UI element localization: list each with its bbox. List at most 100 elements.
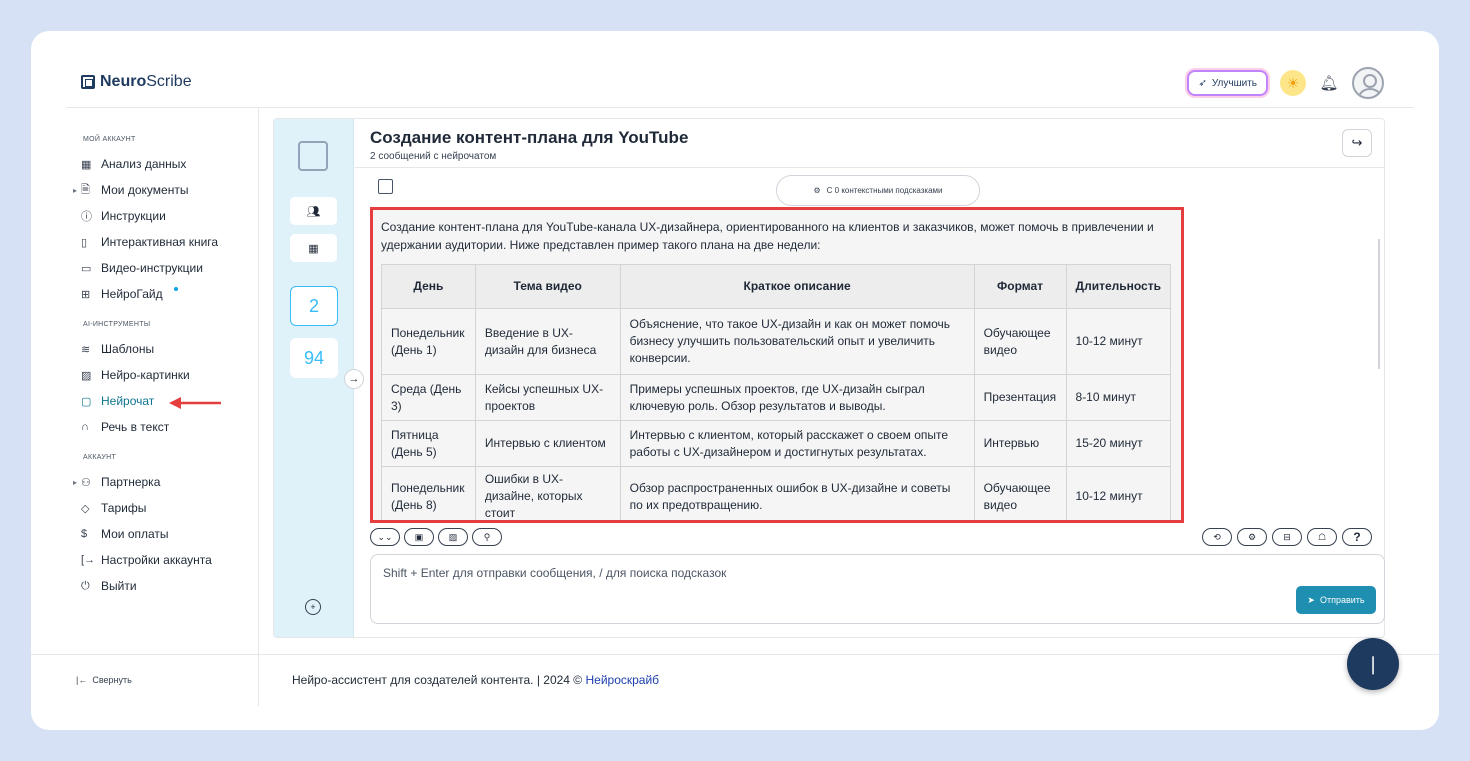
- sidebar-item-my-documents[interactable]: ▸ 🗎 Мои документы: [73, 177, 261, 203]
- image-icon: ▨: [81, 369, 92, 382]
- power-icon: ⏻: [81, 579, 90, 592]
- sidebar-item-data-analysis[interactable]: ▦ Анализ данных: [81, 151, 261, 177]
- table-cell: Понедельник (День 8): [381, 466, 476, 520]
- headphones-icon: ∩: [81, 421, 89, 433]
- sidebar-item-neuroguide[interactable]: ⊞ НейроГайд: [81, 281, 261, 307]
- sidebar-item-video-instructions[interactable]: ▭ Видео-инструкции: [81, 255, 261, 281]
- sidebar: МОЙ АККАУНТ ▦ Анализ данных ▸ 🗎 Мои докумен…: [73, 136, 261, 599]
- grid-icon[interactable]: ▦: [290, 234, 337, 262]
- chat-subtitle: 2 сообщений с нейрочатом: [370, 151, 497, 162]
- table-cell: 8-10 минут: [1065, 374, 1172, 421]
- upgrade-label: Улучшить: [1211, 77, 1257, 89]
- theme-toggle-sun-icon[interactable]: ☀: [1280, 70, 1306, 96]
- sidebar-item-templates[interactable]: ≋ Шаблоны: [81, 336, 261, 362]
- header-divider: [66, 107, 1414, 108]
- red-arrow-annotation: [169, 397, 221, 409]
- brand-name-rest: Scribe: [146, 73, 192, 90]
- send-icon: ➤: [1307, 594, 1315, 605]
- brand-name-bold: Neuro: [100, 73, 147, 90]
- sidebar-item-partners[interactable]: ▸ ⚇ Партнерка: [73, 469, 261, 495]
- sidebar-item-speech-to-text[interactable]: ∩ Речь в текст: [81, 414, 261, 440]
- settings-icon[interactable]: ⚙: [1237, 528, 1267, 546]
- table-cell: Презентация: [973, 374, 1067, 421]
- hints-icon: ⚙: [813, 186, 821, 195]
- section-title-ai-tools: AI-ИНСТРУМЕНТЫ: [83, 321, 151, 328]
- layout-icon: ⊞: [81, 288, 91, 301]
- table-row: Понедельник (День 1) Введение в UX-дизай…: [381, 308, 1172, 375]
- logo-icon: [81, 75, 95, 89]
- expand-arrow-icon[interactable]: →: [344, 369, 364, 389]
- document-icon: 🗎: [81, 183, 90, 196]
- footer-divider: [31, 654, 1439, 655]
- magic-wand-icon[interactable]: ⚲: [472, 528, 502, 546]
- support-chat-button[interactable]: ❘: [1347, 638, 1399, 690]
- header-actions: ➶ Улучшить ☀ 🔔︎: [1187, 67, 1384, 99]
- chevrons-down-icon[interactable]: ⌄⌄: [370, 528, 400, 546]
- caret-right-icon[interactable]: ▸: [73, 478, 81, 487]
- message-input[interactable]: Shift + Enter для отправки сообщения, / …: [370, 554, 1385, 624]
- upgrade-button[interactable]: ➶ Улучшить: [1187, 70, 1268, 96]
- section-title-account-settings: АККАУНТ: [83, 454, 117, 461]
- table-cell: Обучающее видео: [973, 466, 1067, 520]
- table-cell: 10-12 минут: [1065, 466, 1172, 520]
- assistant-message: Создание контент-плана для YouTube-канал…: [370, 207, 1184, 523]
- sidebar-item-tariffs[interactable]: ◇ Тарифы: [81, 495, 261, 521]
- chat-icon: ▢: [81, 395, 92, 408]
- sidebar-item-neurochat[interactable]: ▢ Нейрочат: [81, 388, 261, 414]
- chat-history-strip: 👥︎ ▦ 2 94 +: [274, 119, 354, 637]
- send-button[interactable]: ➤ Отправить: [1296, 586, 1376, 614]
- grid-icon: ▦: [81, 158, 92, 171]
- content-plan-table: День Тема видео Краткое описание Формат …: [381, 264, 1172, 520]
- sidebar-item-neuro-images[interactable]: ▨ Нейро-картинки: [81, 362, 261, 388]
- sidebar-item-account-settings[interactable]: [→ Настройки аккаунта: [81, 547, 261, 573]
- context-hints-button[interactable]: ⚙ С 0 контекстными подсказками: [776, 175, 980, 206]
- avatar[interactable]: [1352, 67, 1384, 99]
- table-header: Длительность: [1065, 264, 1172, 309]
- book-icon: ▯: [81, 236, 88, 249]
- layers-icon: ≋: [81, 343, 91, 356]
- users-icon: ⚇: [81, 476, 91, 489]
- assistant-logo-icon: [378, 179, 393, 194]
- chat-scrollbar[interactable]: [1378, 239, 1380, 369]
- sidebar-item-instructions[interactable]: ⓘ Инструкции: [81, 203, 261, 229]
- table-header: Тема видео: [474, 264, 621, 309]
- sidebar-item-logout[interactable]: ⏻ Выйти: [81, 573, 261, 599]
- puzzle-icon[interactable]: ⟲: [1202, 528, 1232, 546]
- chat-count[interactable]: 94: [290, 338, 338, 378]
- bell-icon[interactable]: 🔔︎: [1318, 74, 1340, 92]
- table-cell: Среда (День 3): [381, 374, 476, 421]
- collapse-icon: |←: [76, 675, 88, 685]
- message-input-placeholder: Shift + Enter для отправки сообщения, / …: [383, 566, 727, 580]
- app-window: Neuro Scribe ➶ Улучшить ☀ 🔔︎ МОЙ АККАУНТ …: [31, 31, 1439, 730]
- input-toolbar-right: ⟲ ⚙ ⊟ ☖ ?: [1202, 528, 1372, 546]
- collapse-sidebar-button[interactable]: |← Свернуть: [76, 675, 132, 685]
- chat-count-selected[interactable]: 2: [290, 286, 338, 326]
- table-cell: Примеры успешных проектов, где UX-дизайн…: [619, 374, 975, 421]
- new-badge-dot: [174, 287, 178, 291]
- table-row: Среда (День 3) Кейсы успешных UX-проекто…: [381, 374, 1172, 421]
- dollar-icon: $: [81, 528, 88, 540]
- image-icon[interactable]: ▨: [438, 528, 468, 546]
- brand-logo[interactable]: Neuro Scribe: [81, 73, 192, 91]
- table-header: Формат: [973, 264, 1067, 309]
- sidebar-item-interactive-book[interactable]: ▯ Интерактивная книга: [81, 229, 261, 255]
- share-icon[interactable]: ↪: [1342, 129, 1372, 157]
- login-icon: [→: [81, 554, 96, 566]
- users-icon[interactable]: 👥︎: [290, 197, 337, 225]
- new-chat-plus-icon[interactable]: +: [305, 599, 321, 615]
- chat-title: Создание контент-плана для YouTube: [370, 128, 689, 147]
- help-button[interactable]: ?: [1342, 528, 1372, 546]
- layout-icon[interactable]: ⊟: [1272, 528, 1302, 546]
- table-cell: Обучающее видео: [973, 308, 1067, 375]
- message-intro: Создание контент-плана для YouTube-канал…: [381, 220, 1154, 252]
- sidebar-item-my-payments[interactable]: $ Мои оплаты: [81, 521, 261, 547]
- table-header: Краткое описание: [619, 264, 975, 309]
- table-cell: Пятница (День 5): [381, 420, 476, 467]
- robot-icon[interactable]: ☖: [1307, 528, 1337, 546]
- table-cell: Введение в UX-дизайн для бизнеса: [474, 308, 621, 375]
- footer-link[interactable]: Нейроскрайб: [585, 673, 659, 687]
- caret-right-icon[interactable]: ▸: [73, 186, 81, 195]
- table-cell: Ошибки в UX-дизайне, которых стоит: [474, 466, 621, 520]
- save-icon[interactable]: ▣: [404, 528, 434, 546]
- table-cell: Интервью с клиентом: [474, 420, 621, 467]
